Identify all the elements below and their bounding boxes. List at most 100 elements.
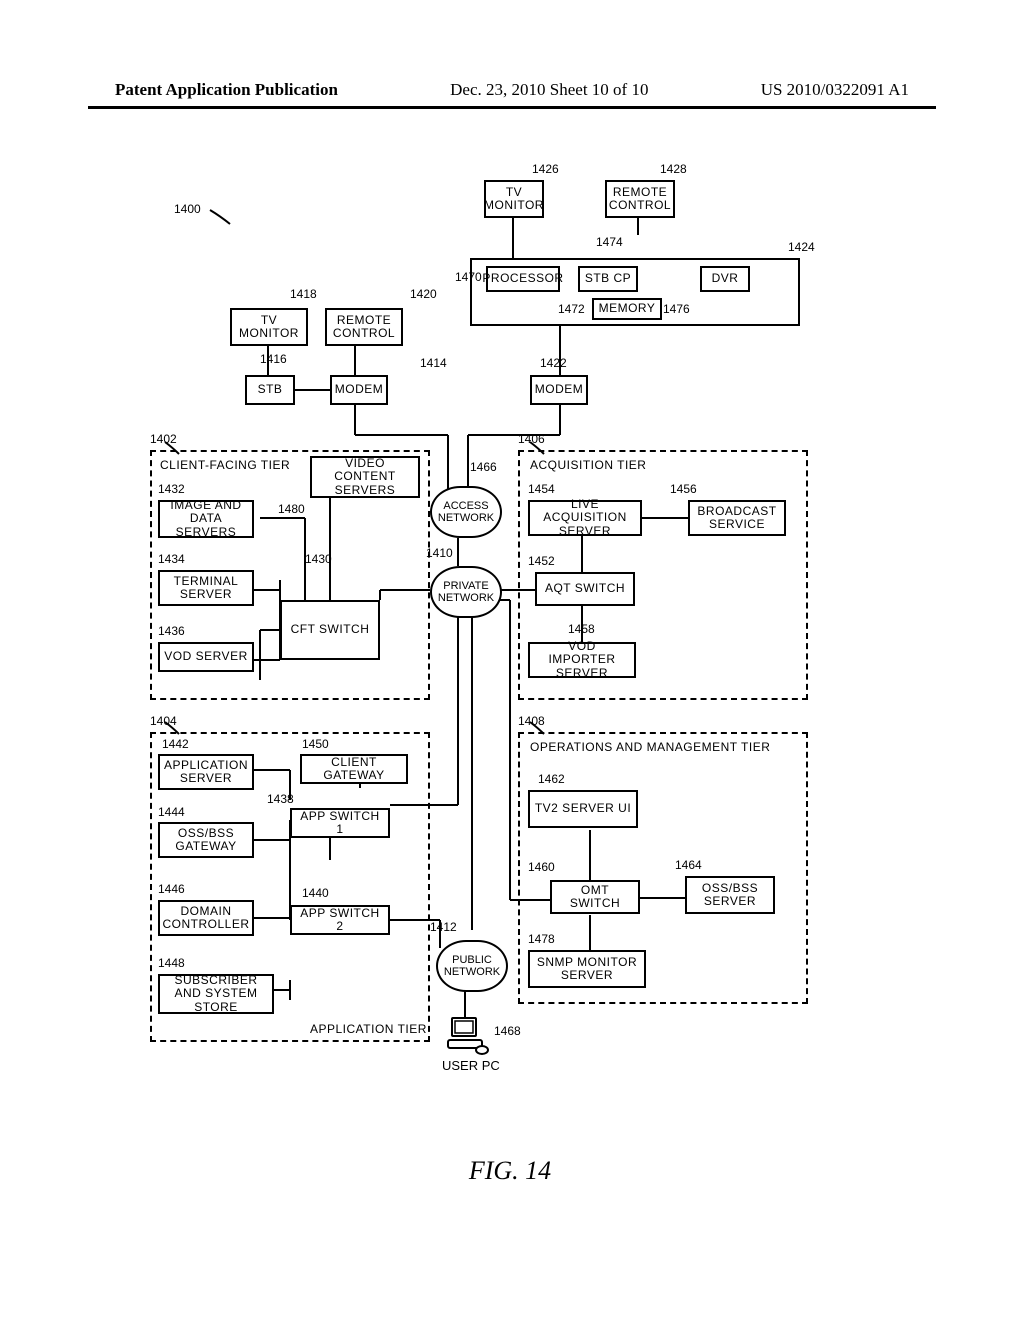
operations-management-tier-label: OPERATIONS AND MANAGEMENT TIER xyxy=(530,740,770,754)
ref-1424: 1424 xyxy=(788,240,815,254)
subscriber-and-system-store-box: SUBSCRIBER AND SYSTEM STORE xyxy=(158,974,274,1014)
ref-1456: 1456 xyxy=(670,482,697,496)
header-middle: Dec. 23, 2010 Sheet 10 of 10 xyxy=(450,80,648,100)
ref-1470: 1470 xyxy=(455,270,482,284)
ref-1412: 1412 xyxy=(430,920,457,934)
app-switch-2-box: APP SWITCH 2 xyxy=(290,905,390,935)
image-and-data-servers-label: IMAGE AND DATA SERVERS xyxy=(164,499,248,539)
access-network-cloud: ACCESS NETWORK xyxy=(430,486,502,538)
public-network-cloud: PUBLIC NETWORK xyxy=(436,940,508,992)
stb-cp-box: STB CP xyxy=(578,266,638,292)
cft-switch-box: CFT SWITCH xyxy=(280,600,380,660)
broadcast-service-label: BROADCAST SERVICE xyxy=(694,505,780,531)
omt-switch-box: OMT SWITCH xyxy=(550,880,640,914)
modem-2-label: MODEM xyxy=(535,383,584,396)
tv-monitor-1-box: TV MONITOR xyxy=(230,308,308,346)
client-gateway-label: CLIENT GATEWAY xyxy=(306,756,402,782)
image-and-data-servers-box: IMAGE AND DATA SERVERS xyxy=(158,500,254,538)
stb-label: STB xyxy=(258,383,283,396)
vod-importer-server-box: VOD IMPORTER SERVER xyxy=(528,642,636,678)
subscriber-and-system-store-label: SUBSCRIBER AND SYSTEM STORE xyxy=(164,974,268,1014)
ref-1438: 1438 xyxy=(267,792,294,806)
remote-control-2-label: REMOTE CONTROL xyxy=(609,186,671,212)
modem-1-box: MODEM xyxy=(330,375,388,405)
snmp-monitor-server-label: SNMP MONITOR SERVER xyxy=(534,956,640,982)
oss-bss-gateway-box: OSS/BSS GATEWAY xyxy=(158,822,254,858)
public-network-label: PUBLIC NETWORK xyxy=(442,954,502,978)
broadcast-service-box: BROADCAST SERVICE xyxy=(688,500,786,536)
memory-label: MEMORY xyxy=(599,302,656,315)
ref-1406: 1406 xyxy=(518,432,545,446)
stb-box: STB xyxy=(245,375,295,405)
client-gateway-box: CLIENT GATEWAY xyxy=(300,754,408,784)
private-network-cloud: PRIVATE NETWORK xyxy=(430,566,502,618)
private-network-label: PRIVATE NETWORK xyxy=(436,580,496,604)
ref-1410: 1410 xyxy=(426,546,453,560)
application-server-label: APPLICATION SERVER xyxy=(164,759,248,785)
ref-1468: 1468 xyxy=(494,1024,521,1038)
terminal-server-label: TERMINAL SERVER xyxy=(164,575,248,601)
header-rule xyxy=(88,106,936,109)
ref-1472: 1472 xyxy=(558,302,585,316)
modem-2-box: MODEM xyxy=(530,375,588,405)
cft-switch-label: CFT SWITCH xyxy=(291,623,370,636)
terminal-server-box: TERMINAL SERVER xyxy=(158,570,254,606)
ref-1480: 1480 xyxy=(278,502,305,516)
ref-1428: 1428 xyxy=(660,162,687,176)
ref-1450: 1450 xyxy=(302,737,329,751)
modem-1-label: MODEM xyxy=(335,383,384,396)
ref-1416: 1416 xyxy=(260,352,287,366)
ref-1408: 1408 xyxy=(518,714,545,728)
oss-bss-server-box: OSS/BSS SERVER xyxy=(685,876,775,914)
tv-monitor-2-label: TV MONITOR xyxy=(484,186,544,212)
dvr-box: DVR xyxy=(700,266,750,292)
video-content-servers-box: VIDEO CONTENT SERVERS xyxy=(310,456,420,498)
figure-caption: FIG. 14 xyxy=(469,1156,551,1186)
ref-1448: 1448 xyxy=(158,956,185,970)
ref-1426: 1426 xyxy=(532,162,559,176)
ref-1420: 1420 xyxy=(410,287,437,301)
tv-monitor-2-box: TV MONITOR xyxy=(484,180,544,218)
ref-1478: 1478 xyxy=(528,932,555,946)
ref-1476: 1476 xyxy=(663,302,690,316)
app-switch-2-label: APP SWITCH 2 xyxy=(296,907,384,933)
ref-1452: 1452 xyxy=(528,554,555,568)
client-facing-tier-label: CLIENT-FACING TIER xyxy=(160,458,290,472)
remote-control-2-box: REMOTE CONTROL xyxy=(605,180,675,218)
memory-box: MEMORY xyxy=(592,298,662,320)
dvr-label: DVR xyxy=(712,272,739,285)
ref-1462: 1462 xyxy=(538,772,565,786)
tv2-server-ui-box: TV2 SERVER UI xyxy=(528,790,638,828)
app-switch-1-box: APP SWITCH 1 xyxy=(290,808,390,838)
aqt-switch-box: AQT SWITCH xyxy=(535,572,635,606)
ref-1442: 1442 xyxy=(162,737,189,751)
user-pc-label: USER PC xyxy=(442,1058,500,1073)
domain-controller-box: DOMAIN CONTROLLER xyxy=(158,900,254,936)
user-pc-icon xyxy=(446,1016,490,1061)
ref-1440: 1440 xyxy=(302,886,329,900)
ref-1414: 1414 xyxy=(420,356,447,370)
ref-1436: 1436 xyxy=(158,624,185,638)
omt-switch-label: OMT SWITCH xyxy=(556,884,634,910)
oss-bss-gateway-label: OSS/BSS GATEWAY xyxy=(164,827,248,853)
live-acquisition-server-box: LIVE ACQUISITION SERVER xyxy=(528,500,642,536)
ref-1454: 1454 xyxy=(528,482,555,496)
page-header: Patent Application Publication Dec. 23, … xyxy=(0,80,1024,100)
stb-cp-label: STB CP xyxy=(585,272,631,285)
access-network-label: ACCESS NETWORK xyxy=(436,500,496,524)
snmp-monitor-server-box: SNMP MONITOR SERVER xyxy=(528,950,646,988)
ref-1444: 1444 xyxy=(158,805,185,819)
ref-1432: 1432 xyxy=(158,482,185,496)
ref-1400: 1400 xyxy=(174,202,201,216)
oss-bss-server-label: OSS/BSS SERVER xyxy=(691,882,769,908)
ref-1460: 1460 xyxy=(528,860,555,874)
ref-1458: 1458 xyxy=(568,622,595,636)
ref-1446: 1446 xyxy=(158,882,185,896)
vod-server-box: VOD SERVER xyxy=(158,642,254,672)
header-right: US 2010/0322091 A1 xyxy=(761,80,909,100)
domain-controller-label: DOMAIN CONTROLLER xyxy=(163,905,250,931)
ref-1434: 1434 xyxy=(158,552,185,566)
ref-1474: 1474 xyxy=(596,235,623,249)
application-tier-label: APPLICATION TIER xyxy=(310,1022,427,1036)
app-switch-1-label: APP SWITCH 1 xyxy=(296,810,384,836)
